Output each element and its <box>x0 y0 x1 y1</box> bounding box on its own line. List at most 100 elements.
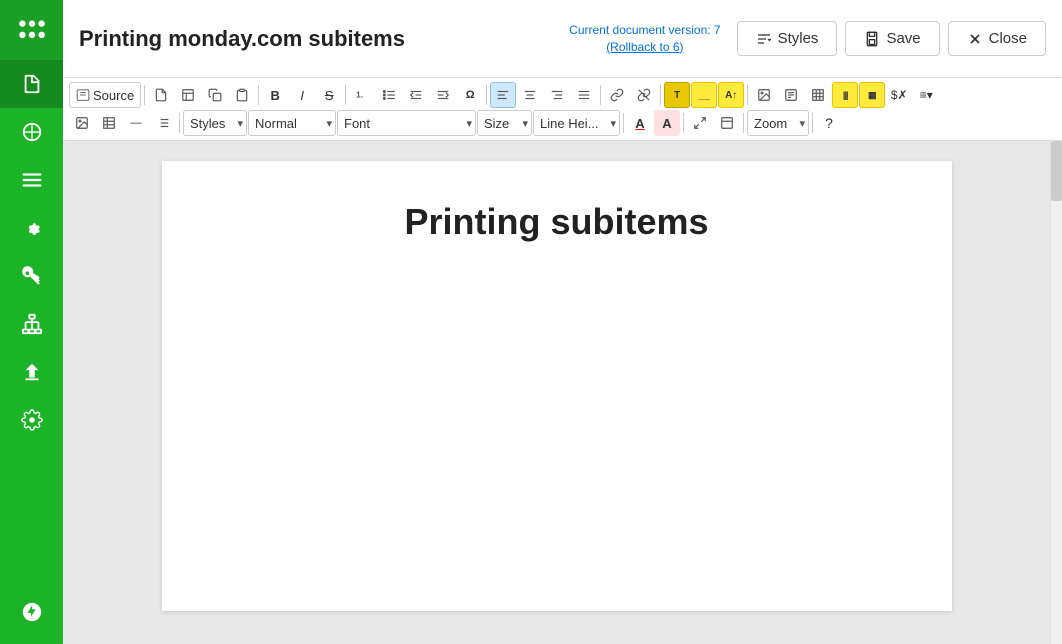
insert-image-button[interactable] <box>751 82 777 108</box>
source-button[interactable]: Source <box>69 82 141 108</box>
dollar-button[interactable]: $✗ <box>886 82 912 108</box>
sidebar-item-doc[interactable] <box>0 60 63 108</box>
styles-dropdown-wrap: Styles <box>183 110 247 136</box>
highlight-button[interactable]: A <box>654 110 680 136</box>
new-doc-button[interactable] <box>148 82 174 108</box>
sidebar-item-theme[interactable] <box>0 108 63 156</box>
yellow-btn-1[interactable]: T <box>664 82 690 108</box>
version-line1: Current document version: 7 <box>569 22 720 39</box>
toolbar: Source B I S <box>63 78 1062 141</box>
hr-button[interactable]: — <box>123 110 149 136</box>
help-button[interactable]: ? <box>816 110 842 136</box>
paste-button[interactable] <box>229 82 255 108</box>
header: Printing monday.com subitems Current doc… <box>63 0 1062 78</box>
close-button[interactable]: Close <box>948 21 1046 56</box>
sep1 <box>144 85 145 105</box>
justify-button[interactable] <box>571 82 597 108</box>
close-label: Close <box>989 30 1027 47</box>
row2-list-button[interactable] <box>150 110 176 136</box>
align-center-button[interactable] <box>517 82 543 108</box>
styles-icon <box>756 31 772 47</box>
normal-dropdown-wrap: Normal Heading 1 Heading 2 <box>248 110 336 136</box>
styles-label: Styles <box>778 30 819 47</box>
close-icon <box>967 31 983 47</box>
source-icon <box>76 88 90 102</box>
styles-dropdown[interactable]: Styles <box>183 110 247 136</box>
ul-button[interactable] <box>376 82 402 108</box>
sep3 <box>345 85 346 105</box>
save-icon <box>864 31 880 47</box>
barcode-button[interactable]: ||| <box>832 82 858 108</box>
link-button[interactable] <box>604 82 630 108</box>
scrollbar-thumb[interactable] <box>1051 141 1062 201</box>
lineheight-dropdown-wrap: Line Hei... 1.01.52.0 <box>533 110 620 136</box>
normal-dropdown[interactable]: Normal Heading 1 Heading 2 <box>248 110 336 136</box>
editor-scroll[interactable]: Printing subitems <box>63 141 1050 644</box>
row2-image-button[interactable] <box>69 110 95 136</box>
sidebar-item-list[interactable] <box>0 156 63 204</box>
align-left-button[interactable] <box>490 82 516 108</box>
styles-button[interactable]: Styles <box>737 21 838 56</box>
sidebar-item-settings[interactable] <box>0 204 63 252</box>
special-chars-button[interactable]: Ω <box>457 82 483 108</box>
outdent-button[interactable] <box>403 82 429 108</box>
maximize-button[interactable] <box>714 110 740 136</box>
header-actions: Current document version: 7 (Rollback to… <box>569 21 1046 56</box>
sidebar-logo <box>0 0 63 60</box>
scrollbar-track[interactable] <box>1050 141 1062 644</box>
align-right-button[interactable] <box>544 82 570 108</box>
font-dropdown-wrap: Font Arial Times New Roman <box>337 110 476 136</box>
templates-button[interactable] <box>175 82 201 108</box>
sep4 <box>486 85 487 105</box>
svg-text:1.: 1. <box>356 90 363 99</box>
row2-table-button[interactable] <box>96 110 122 136</box>
sidebar-item-key[interactable] <box>0 252 63 300</box>
size-dropdown-wrap: Size 81012141824 <box>477 110 532 136</box>
zoom-dropdown-wrap: Zoom 50%75%100%125%150% <box>747 110 809 136</box>
page-title: Printing monday.com subitems <box>79 26 405 52</box>
lineheight-dropdown[interactable]: Line Hei... 1.01.52.0 <box>533 110 620 136</box>
rollback-link[interactable]: (Rollback to 6) <box>569 39 720 56</box>
wiki-link-button[interactable] <box>778 82 804 108</box>
size-dropdown[interactable]: Size 81012141824 <box>477 110 532 136</box>
sep-r2-3 <box>683 113 684 133</box>
sidebar-item-bottom[interactable] <box>0 588 63 636</box>
ol-button[interactable]: 1. <box>349 82 375 108</box>
source-label: Source <box>93 88 134 103</box>
insert-table-button[interactable] <box>805 82 831 108</box>
sidebar-item-upload[interactable] <box>0 348 63 396</box>
sep7 <box>747 85 748 105</box>
sidebar <box>0 0 63 644</box>
editor-page[interactable]: Printing subitems <box>162 161 952 611</box>
strikethrough-button[interactable]: S <box>316 82 342 108</box>
sep-r2-2 <box>623 113 624 133</box>
expand-button[interactable] <box>687 110 713 136</box>
unlink-button[interactable] <box>631 82 657 108</box>
italic-button[interactable]: I <box>289 82 315 108</box>
app-logo-icon <box>16 14 48 46</box>
font-dropdown[interactable]: Font Arial Times New Roman <box>337 110 476 136</box>
save-button[interactable]: Save <box>845 21 939 56</box>
yellow-btn-3[interactable]: A↑ <box>718 82 744 108</box>
copy-button[interactable] <box>202 82 228 108</box>
toolbar-row-2: — Styles Normal Heading 1 Heading 2 <box>69 110 1056 136</box>
sidebar-item-hierarchy[interactable] <box>0 300 63 348</box>
font-color-button[interactable]: A <box>627 110 653 136</box>
version-info: Current document version: 7 (Rollback to… <box>569 22 720 56</box>
bold-button[interactable]: B <box>262 82 288 108</box>
sidebar-item-settings2[interactable] <box>0 396 63 444</box>
yellow-btn-2[interactable]: __ <box>691 82 717 108</box>
indent-button[interactable] <box>430 82 456 108</box>
save-label: Save <box>886 30 920 47</box>
sep-r2-1 <box>179 113 180 133</box>
sep2 <box>258 85 259 105</box>
zoom-dropdown[interactable]: Zoom 50%75%100%125%150% <box>747 110 809 136</box>
editor-area: Printing subitems <box>63 141 1062 644</box>
more-button[interactable]: ≡▾ <box>913 82 939 108</box>
qr-button[interactable]: ▦ <box>859 82 885 108</box>
main-area: Printing monday.com subitems Current doc… <box>63 0 1062 644</box>
sep-r2-5 <box>812 113 813 133</box>
sep-r2-4 <box>743 113 744 133</box>
sep5 <box>600 85 601 105</box>
sep6 <box>660 85 661 105</box>
